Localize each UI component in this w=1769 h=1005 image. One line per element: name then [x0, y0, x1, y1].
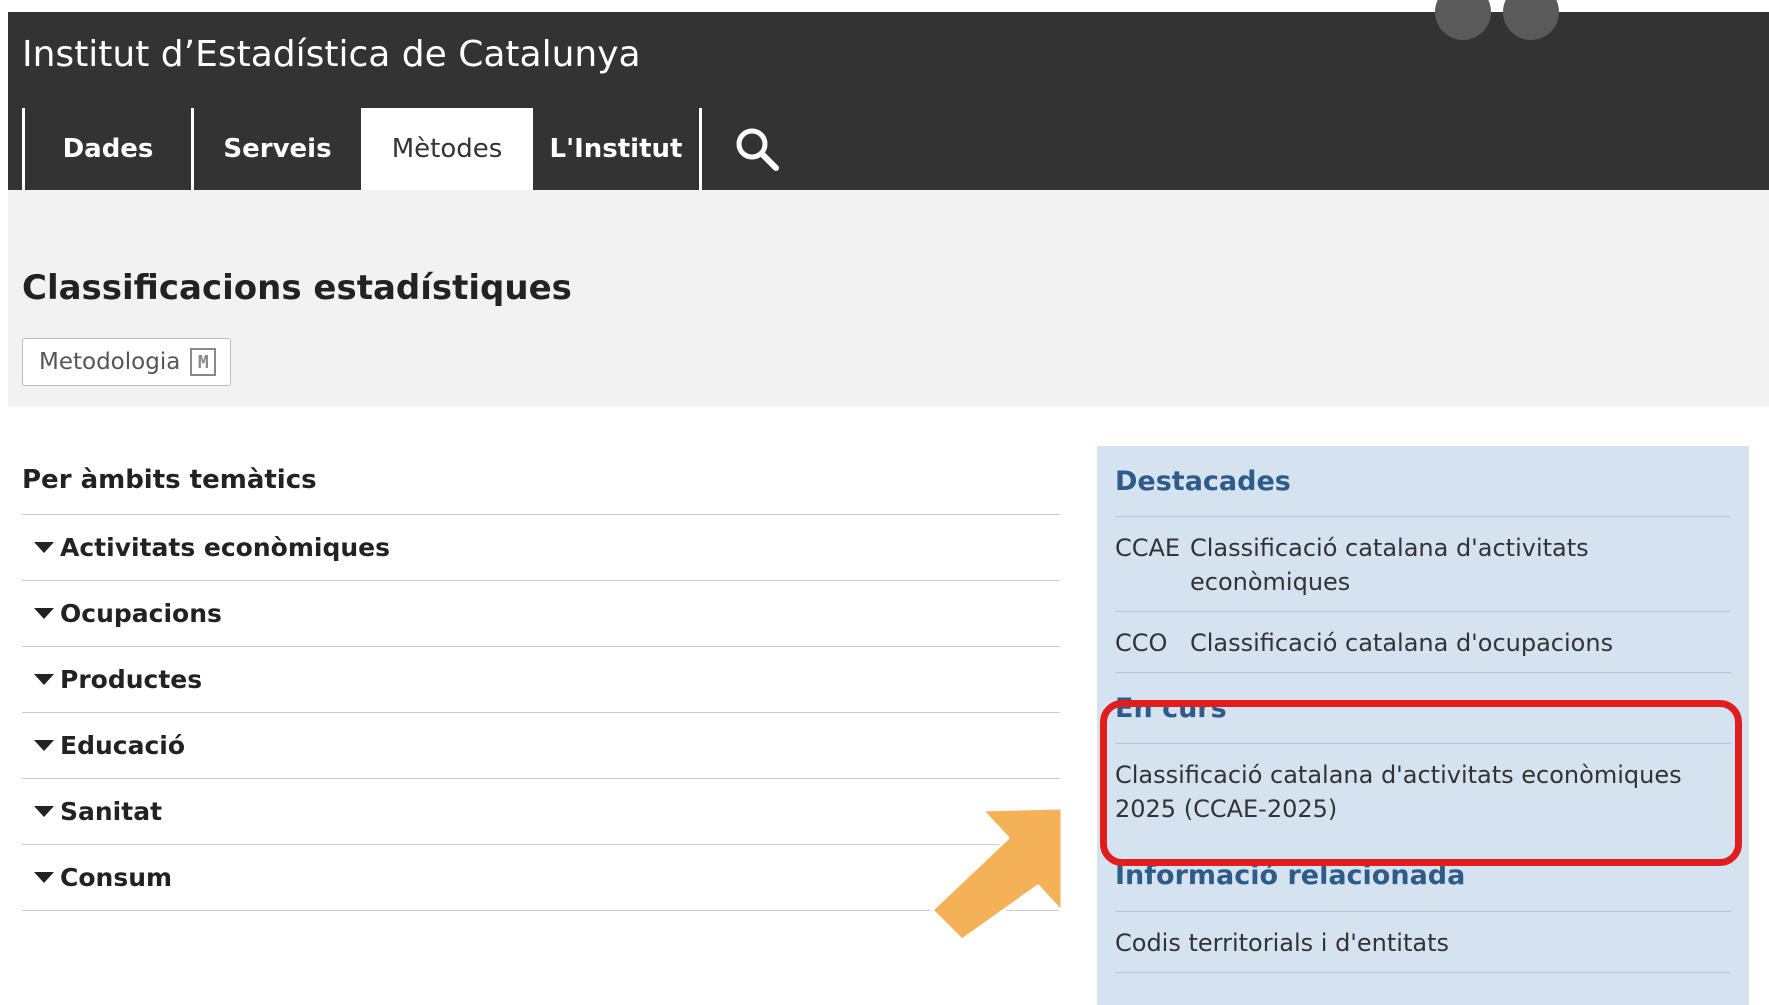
item-label: Classificació catalana d'ocupacions: [1190, 629, 1614, 657]
themes-list: Per àmbits temàtics Activitats econòmiqu…: [22, 450, 1060, 911]
destacada-item-ccae[interactable]: CCAE Classificació catalana d'activitats…: [1115, 517, 1731, 612]
metodologia-button[interactable]: Metodologia M: [22, 338, 232, 386]
item-label: Classificació catalana d'activitats econ…: [1190, 534, 1589, 596]
theme-item-label: Ocupacions: [60, 599, 222, 628]
caret-down-icon: [34, 740, 54, 751]
methodology-icon: M: [190, 348, 217, 376]
search-icon: [736, 128, 779, 171]
caret-down-icon: [34, 542, 54, 553]
caret-down-icon: [34, 674, 54, 685]
page-banner: Classificacions estadístiques Metodologi…: [8, 190, 1769, 407]
destacades-heading: Destacades: [1115, 446, 1731, 517]
nav-item-dades[interactable]: Dades: [25, 108, 191, 190]
main-nav: Dades Serveis Mètodes L'Institut: [22, 108, 812, 190]
side-panel: Destacades CCAE Classificació catalana d…: [1097, 446, 1749, 1005]
search-button[interactable]: [702, 108, 812, 190]
nav-item-metodes[interactable]: Mètodes: [361, 108, 533, 190]
theme-item-label: Sanitat: [60, 797, 163, 826]
nav-item-institut[interactable]: L'Institut: [533, 108, 699, 190]
caret-down-icon: [34, 806, 54, 817]
en-curs-heading: En curs: [1115, 673, 1731, 744]
caret-down-icon: [34, 608, 54, 619]
informacio-relacionada-heading: Informació relacionada: [1115, 846, 1731, 912]
theme-item-productes[interactable]: Productes: [22, 647, 1060, 713]
item-abbr: CCAE: [1115, 534, 1181, 562]
item-abbr: CCO: [1115, 629, 1168, 657]
theme-item-activitats-economiques[interactable]: Activitats econòmiques: [22, 515, 1060, 581]
themes-title: Per àmbits temàtics: [22, 450, 1060, 515]
theme-item-consum[interactable]: Consum: [22, 845, 1060, 911]
theme-item-label: Educació: [60, 731, 186, 760]
theme-item-label: Activitats econòmiques: [60, 533, 390, 562]
metodologia-label: Metodologia: [39, 349, 181, 375]
top-circle-decoration: [1435, 0, 1491, 40]
nav-item-serveis[interactable]: Serveis: [194, 108, 361, 190]
top-circle-decoration: [1503, 0, 1559, 40]
theme-item-ocupacions[interactable]: Ocupacions: [22, 581, 1060, 647]
site-title[interactable]: Institut d’Estadística de Catalunya: [22, 34, 641, 75]
theme-item-label: Consum: [60, 863, 173, 892]
page-title: Classificacions estadístiques: [22, 268, 572, 308]
theme-item-sanitat[interactable]: Sanitat: [22, 779, 1060, 845]
caret-down-icon: [34, 872, 54, 883]
theme-item-educacio[interactable]: Educació: [22, 713, 1060, 779]
relacionada-item-codis[interactable]: Codis territorials i d'entitats: [1115, 912, 1731, 973]
en-curs-item-ccae-2025[interactable]: Classificació catalana d'activitats econ…: [1115, 744, 1731, 846]
destacada-item-cco[interactable]: CCO Classificació catalana d'ocupacions: [1115, 612, 1731, 673]
site-header: Institut d’Estadística de Catalunya Dade…: [8, 0, 1769, 190]
theme-item-label: Productes: [60, 665, 203, 694]
